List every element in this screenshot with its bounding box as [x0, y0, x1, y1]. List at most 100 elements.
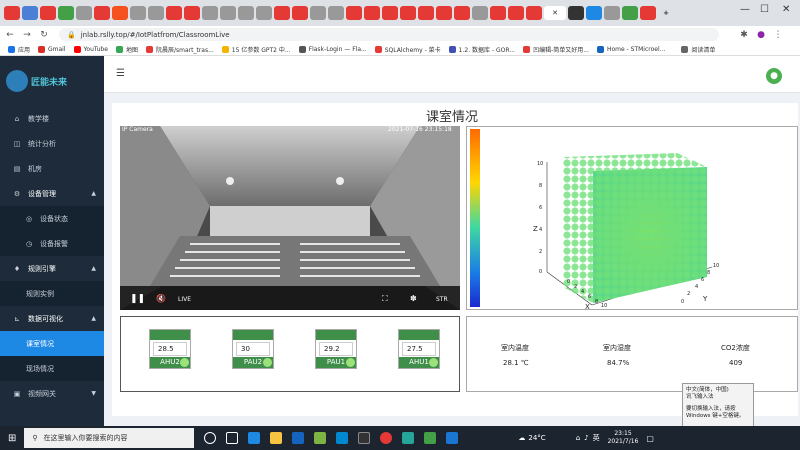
- back-icon[interactable]: ←: [3, 30, 17, 40]
- browser-tab[interactable]: [220, 6, 236, 20]
- new-tab-icon[interactable]: +: [658, 6, 674, 20]
- maximize-icon[interactable]: ☐: [760, 4, 769, 15]
- task-view-icon[interactable]: [226, 432, 239, 444]
- browser-tab[interactable]: [382, 6, 398, 20]
- browser-tab[interactable]: [472, 6, 488, 20]
- wechat-icon[interactable]: [424, 432, 437, 444]
- browser-tab[interactable]: [346, 6, 362, 20]
- url-input[interactable]: 🔒 jnlab.rslly.top/#/IotPlatfrom/Classroom…: [59, 28, 719, 41]
- reading-list[interactable]: 阅读清单: [681, 45, 715, 54]
- ahu-card[interactable]: 30 PAU2: [232, 329, 274, 369]
- fullscreen-icon[interactable]: ⛶: [382, 294, 388, 304]
- edge-icon[interactable]: [248, 432, 261, 444]
- sidebar-item-site[interactable]: 现场情况: [0, 356, 104, 381]
- bookmark[interactable]: 阮晨辰/smart_tras...: [145, 45, 214, 54]
- mute-icon[interactable]: 🔇: [156, 294, 166, 303]
- sidebar-item-data-vis[interactable]: ⊾ 数据可视化 ▲: [0, 306, 104, 331]
- reload-icon[interactable]: ↻: [37, 30, 51, 40]
- browser-tab[interactable]: [130, 6, 146, 20]
- pause-icon[interactable]: ❚❚: [130, 294, 145, 304]
- notification-icon[interactable]: ▢: [646, 434, 654, 443]
- browser-tab[interactable]: [166, 6, 182, 20]
- browser-tab[interactable]: [436, 6, 452, 20]
- bookmark[interactable]: Flask-Login — Fla...: [298, 45, 367, 53]
- snapshot-icon[interactable]: ✽: [410, 294, 417, 303]
- browser-tab[interactable]: [568, 6, 584, 20]
- bookmark-apps[interactable]: 应用: [8, 45, 30, 54]
- ahu-card[interactable]: 29.2 PAU1: [315, 329, 357, 369]
- network-icon[interactable]: ⌂: [576, 434, 580, 442]
- browser-tab[interactable]: [76, 6, 92, 20]
- bookmark[interactable]: 1.2. 数据库 - GOR...: [448, 45, 515, 54]
- browser-tab[interactable]: [58, 6, 74, 20]
- heatmap-panel[interactable]: Z X Y 10 8 6 4 2 0 0 2 4 6 8 10 0 2 4 6 …: [466, 126, 798, 311]
- browser-tab[interactable]: [94, 6, 110, 20]
- close-icon[interactable]: ✕: [552, 9, 558, 17]
- browser-tab[interactable]: [526, 6, 542, 20]
- browser-tab-active[interactable]: ✕: [544, 6, 566, 20]
- browser-tab[interactable]: [490, 6, 506, 20]
- sidebar-item-server-room[interactable]: ▤ 机房: [0, 156, 104, 181]
- vscode-icon[interactable]: [446, 432, 459, 444]
- bookmark[interactable]: 凹编辑-简单又好用...: [523, 45, 589, 54]
- weather-text[interactable]: 24°C: [528, 434, 545, 442]
- sidebar-item-classroom[interactable]: 课室情况: [0, 331, 104, 356]
- browser-tab[interactable]: [508, 6, 524, 20]
- menu-icon[interactable]: ⋮: [771, 30, 785, 40]
- bookmark-maps[interactable]: 地图: [115, 45, 138, 54]
- browser-tab[interactable]: [364, 6, 380, 20]
- sidebar-item-rule-engine[interactable]: ♦ 规则引擎 ▲: [0, 256, 104, 281]
- mail-icon[interactable]: [292, 432, 305, 444]
- camera-feed[interactable]: IP Camera 2021-07-16 23:15:18 ❚❚ 🔇 LIVE …: [120, 126, 460, 310]
- browser-tab[interactable]: [238, 6, 254, 20]
- browser-tab[interactable]: [256, 6, 272, 20]
- browser-tab[interactable]: [622, 6, 638, 20]
- browser-tab[interactable]: [148, 6, 164, 20]
- sidebar-item-rule-instance[interactable]: 规则实例: [0, 281, 104, 306]
- minimize-icon[interactable]: —: [740, 4, 750, 15]
- sidebar-item-video-gateway[interactable]: ▣ 视频网关 ▼: [0, 381, 104, 406]
- sidebar-item-stats[interactable]: ◫ 统计分析: [0, 131, 104, 156]
- extensions-icon[interactable]: ✱: [737, 30, 751, 40]
- browser-tab[interactable]: [40, 6, 56, 20]
- browser-tab[interactable]: [274, 6, 290, 20]
- browser-tab[interactable]: [328, 6, 344, 20]
- volume-icon[interactable]: ♪: [584, 434, 588, 442]
- taskbar-search[interactable]: ⚲ 在这里输入你要搜索的内容: [24, 428, 195, 448]
- bookmark[interactable]: Home - STMicroel...: [596, 45, 665, 53]
- browser-tab[interactable]: [292, 6, 308, 20]
- menu-toggle-icon[interactable]: ☰: [116, 68, 125, 79]
- terminal-icon[interactable]: [358, 432, 371, 444]
- file-explorer-icon[interactable]: [270, 432, 283, 444]
- browser-tab[interactable]: [184, 6, 200, 20]
- sidebar-item-building[interactable]: ⌂ 教学楼: [0, 106, 104, 131]
- windows-start-icon[interactable]: ⊞: [8, 433, 16, 444]
- input-language[interactable]: 英: [593, 433, 600, 443]
- browser-tab[interactable]: [454, 6, 470, 20]
- browser-tab[interactable]: [112, 6, 128, 20]
- sidebar-item-device-status[interactable]: ◎ 设备状态: [0, 206, 104, 231]
- window-close-icon[interactable]: ✕: [782, 4, 790, 15]
- browser-tab[interactable]: [418, 6, 434, 20]
- user-avatar[interactable]: ●: [766, 68, 782, 84]
- app-icon[interactable]: [314, 432, 327, 444]
- chrome-icon[interactable]: [380, 432, 393, 444]
- cortana-icon[interactable]: [204, 432, 217, 444]
- browser-tab[interactable]: [604, 6, 620, 20]
- ahu-card[interactable]: 28.5 AHU2: [149, 329, 191, 369]
- app-icon[interactable]: [336, 432, 349, 444]
- browser-tab[interactable]: [4, 6, 20, 20]
- clock[interactable]: 23:15 2021/7/16: [608, 430, 639, 446]
- bookmark-youtube[interactable]: YouTube: [73, 45, 108, 53]
- bookmark[interactable]: SQLAlchemy - 菜卡: [374, 45, 441, 54]
- browser-tab[interactable]: [400, 6, 416, 20]
- profile-icon[interactable]: ●: [754, 30, 768, 40]
- bookmark[interactable]: 15 亿参数 GPT2 中...: [221, 45, 291, 54]
- weather-icon[interactable]: ☁: [518, 434, 525, 442]
- ahu-card[interactable]: 27.5 AHU1: [398, 329, 440, 369]
- browser-tab[interactable]: [202, 6, 218, 20]
- browser-tab[interactable]: [310, 6, 326, 20]
- sidebar-item-device-alarm[interactable]: ◷ 设备报警: [0, 231, 104, 256]
- browser-tab[interactable]: [22, 6, 38, 20]
- sidebar-item-device-mgmt[interactable]: ⚙ 设备管理 ▲: [0, 181, 104, 206]
